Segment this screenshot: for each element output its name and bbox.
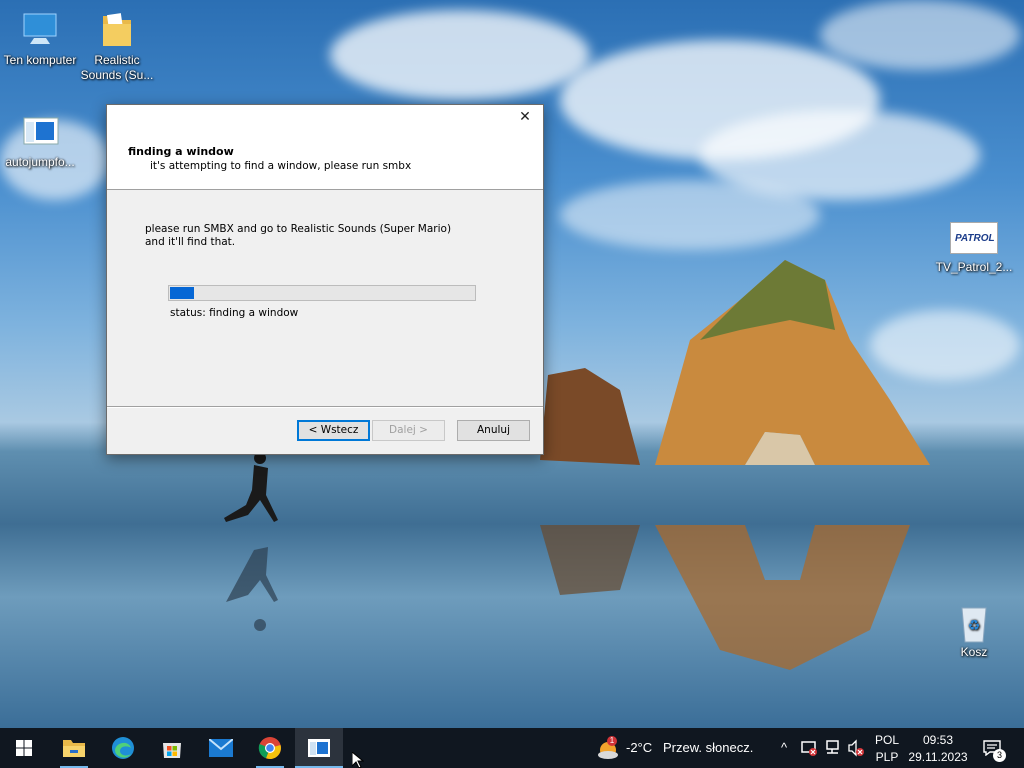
show-hidden-icons-button[interactable]: ^ xyxy=(776,728,792,768)
mail-icon xyxy=(209,739,233,757)
status-text: status: finding a window xyxy=(170,307,299,319)
tv-patrol-logo-text: PATROL xyxy=(955,233,995,244)
desktop-icon-label: Realistic Sounds (Su... xyxy=(80,53,154,82)
progress-bar-fill xyxy=(170,287,194,299)
weather-temperature: -2°C xyxy=(626,740,653,755)
language-code: POL xyxy=(874,733,899,747)
desktop-icon-tv-patrol[interactable]: PATROL TV_Patrol_2... xyxy=(934,222,1014,275)
windows-logo-icon xyxy=(16,740,32,756)
desktop-icon-label: autojumpfo... xyxy=(5,155,75,169)
weather-description: Przew. słonecz. xyxy=(663,740,754,755)
close-icon[interactable]: ✕ xyxy=(511,107,539,127)
computer-icon xyxy=(20,10,60,50)
back-button[interactable]: < Wstecz xyxy=(297,420,370,441)
volume-muted-icon[interactable] xyxy=(847,739,865,757)
weather-widget[interactable]: 1 -2°C Przew. słonecz. xyxy=(594,728,764,768)
desktop-icon-label: TV_Patrol_2... xyxy=(935,260,1013,274)
start-button[interactable] xyxy=(0,728,48,768)
keyboard-layout-code: PLP xyxy=(875,750,899,764)
taskbar: 1 -2°C Przew. słonecz. ^ POL PLP 09:53 2… xyxy=(0,728,1024,768)
divider xyxy=(107,406,543,408)
desktop-icon-label: Ten komputer xyxy=(3,53,77,67)
chevron-up-icon: ^ xyxy=(780,740,788,755)
file-explorer-icon xyxy=(63,740,85,757)
taskbar-app-installer[interactable] xyxy=(295,728,343,768)
clock[interactable]: 09:53 29.11.2023 xyxy=(906,728,970,768)
header-subtitle: it's attempting to find a window, please… xyxy=(150,160,412,172)
header-title: finding a window xyxy=(128,145,234,158)
desktop-icon-realistic-sounds[interactable]: Realistic Sounds (Su... xyxy=(77,10,157,83)
instruction-text: please run SMBX and go to Realistic Soun… xyxy=(145,223,452,248)
input-language-indicator[interactable]: POL PLP xyxy=(872,728,902,768)
next-button[interactable]: Dalej > xyxy=(372,420,445,441)
network-icon[interactable] xyxy=(824,739,842,757)
security-alert-icon[interactable] xyxy=(800,739,818,757)
taskbar-app-file-explorer[interactable] xyxy=(50,728,98,768)
recycle-bin-icon: ♻ xyxy=(954,602,994,643)
store-icon xyxy=(163,743,181,758)
application-icon xyxy=(20,112,60,152)
mouse-cursor-icon xyxy=(352,752,364,768)
tv-patrol-image-icon: PATROL xyxy=(950,222,998,254)
desktop-icon-label: Kosz xyxy=(960,645,988,659)
edge-icon xyxy=(112,737,134,759)
installer-app-icon xyxy=(308,739,330,757)
clock-date: 29.11.2023 xyxy=(908,750,968,764)
chrome-icon xyxy=(258,737,281,760)
desktop-icon-recycle-bin[interactable]: ♻ Kosz xyxy=(934,602,1014,660)
runner-silhouette xyxy=(224,452,278,631)
folder-icon xyxy=(97,10,137,50)
weather-badge: 1 xyxy=(607,736,617,746)
cancel-button[interactable]: Anuluj xyxy=(457,420,530,441)
desktop-icon-autojump[interactable]: autojumpfo... xyxy=(0,112,80,170)
desktop-icon-this-pc[interactable]: Ten komputer xyxy=(0,10,80,68)
taskbar-app-mail[interactable] xyxy=(197,728,245,768)
action-center-button[interactable]: 3 xyxy=(978,728,1012,768)
taskbar-app-store[interactable] xyxy=(148,728,196,768)
dialog-titlebar[interactable]: ✕ xyxy=(107,105,543,129)
notification-count-badge: 3 xyxy=(993,749,1006,762)
wizard-dialog: ✕ finding a window it's attempting to fi… xyxy=(106,104,544,455)
dialog-header: finding a window it's attempting to find… xyxy=(107,129,543,190)
taskbar-app-edge[interactable] xyxy=(99,728,147,768)
taskbar-app-chrome[interactable] xyxy=(246,728,294,768)
progress-bar xyxy=(168,285,476,301)
clock-time: 09:53 xyxy=(922,733,954,747)
svg-text:♻: ♻ xyxy=(968,618,981,634)
